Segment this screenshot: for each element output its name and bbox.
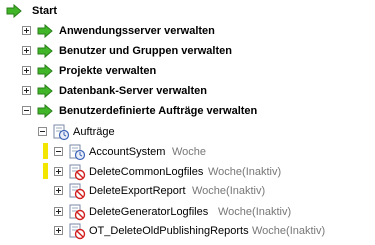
folder-schedule-icon [53,124,70,141]
expand-toggle-icon[interactable] [22,46,31,55]
green-arrow-icon [37,44,53,58]
job-inactive-icon [69,183,86,200]
job-name: DeleteCommonLogfiles [89,166,204,178]
job-name: AccountSystem [89,146,166,158]
expand-toggle-icon[interactable] [54,226,63,235]
collapse-toggle-icon[interactable] [38,127,47,136]
tree-folder-label: Aufträge [73,126,115,138]
expand-toggle-icon[interactable] [22,66,31,75]
expand-toggle-icon[interactable] [54,186,63,195]
job-name: DeleteExportReport [89,185,186,197]
collapse-toggle-icon[interactable] [22,106,31,115]
collapse-toggle-icon[interactable] [54,147,63,156]
job-inactive-icon [69,204,86,221]
job-schedule: Woche [172,146,207,158]
green-arrow-icon [37,104,53,118]
tree-section-label: Projekte verwalten [59,65,157,77]
highlight-marker [43,163,48,179]
expand-toggle-icon[interactable] [22,26,31,35]
expand-toggle-icon[interactable] [54,167,63,176]
job-active-icon [69,144,86,161]
green-arrow-icon [6,4,22,18]
job-schedule: Woche(Inaktiv) [192,185,266,197]
green-arrow-icon [37,24,53,38]
job-schedule: Woche(Inaktiv) [252,225,326,237]
tree-section-label: Benutzerdefinierte Aufträge verwalten [59,105,258,117]
tree-section-label: Benutzer und Gruppen verwalten [59,45,232,57]
job-schedule: Woche(Inaktiv) [208,166,282,178]
job-schedule: Woche(Inaktiv) [218,206,292,218]
tree-root-label: Start [32,5,58,17]
expand-toggle-icon[interactable] [22,86,31,95]
tree-section-label: Anwendungsserver verwalten [59,25,215,37]
job-name: DeleteGeneratorLogfiles [89,206,209,218]
green-arrow-icon [37,64,53,78]
green-arrow-icon [37,84,53,98]
job-name: OT_DeleteOldPublishingReports [89,225,249,237]
job-inactive-icon [69,164,86,181]
highlight-marker [43,143,48,159]
expand-toggle-icon[interactable] [54,207,63,216]
job-inactive-icon [69,223,86,240]
tree-section-label: Datenbank-Server verwalten [59,85,207,97]
